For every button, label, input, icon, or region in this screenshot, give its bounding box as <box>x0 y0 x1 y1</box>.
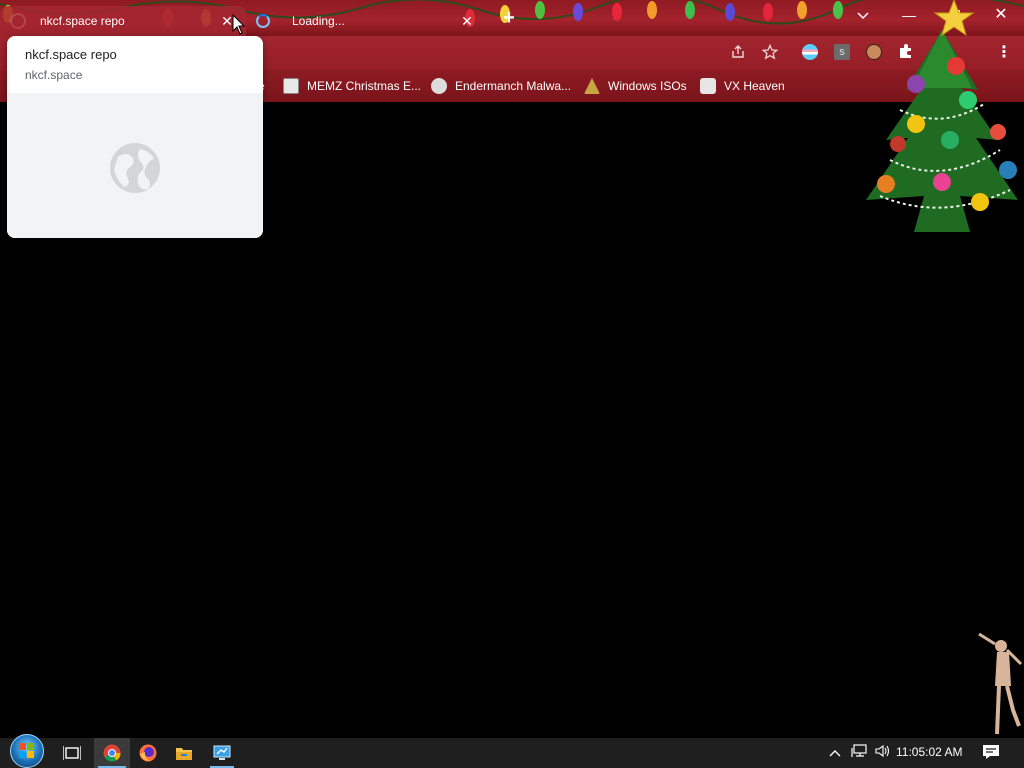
hover-card-title: nkcf.space repo <box>25 47 117 62</box>
bookmark-favicon-icon <box>584 78 600 94</box>
bookmark-label: Endermanch Malwa... <box>455 79 572 93</box>
bookmark-windows-isos[interactable]: Windows ISOs <box>584 76 687 96</box>
hover-card-domain: nkcf.space <box>25 68 83 82</box>
taskbar-remote-desktop[interactable] <box>204 738 240 768</box>
tab-favicon-icon <box>10 13 26 29</box>
globe-icon <box>110 143 160 193</box>
bookmark-label: VX Heaven <box>724 79 785 93</box>
tab-close-icon[interactable]: ✕ <box>458 13 476 30</box>
bookmark-label: MEMZ Christmas E... <box>307 79 422 93</box>
remote-desktop-icon <box>213 745 231 760</box>
extension-flag-icon[interactable] <box>802 44 818 60</box>
taskbar-firefox[interactable] <box>130 738 166 768</box>
dancing-figure-decoration <box>978 632 1023 735</box>
bookmark-favicon-icon <box>700 78 716 94</box>
network-button[interactable] <box>850 744 868 762</box>
extension-s-icon[interactable]: s <box>834 44 850 60</box>
windows-logo-icon <box>19 743 34 758</box>
bookmark-favicon-icon <box>283 78 299 94</box>
tab-title: Loading... <box>292 14 345 28</box>
task-view-icon <box>63 746 81 760</box>
christmas-tree-decoration <box>866 0 1018 232</box>
mouse-cursor-icon <box>232 14 246 35</box>
show-hidden-icons-button[interactable] <box>826 744 844 762</box>
bookmark-memz-christmas[interactable]: MEMZ Christmas E... <box>283 76 421 96</box>
share-icon[interactable] <box>729 44 747 62</box>
chevron-up-icon <box>829 750 841 757</box>
bookmark-vx-heaven[interactable]: VX Heaven <box>700 76 785 96</box>
bookmark-label: Windows ISOs <box>608 79 687 93</box>
file-explorer-icon <box>176 748 192 760</box>
firefox-icon <box>139 744 157 762</box>
taskbar-chrome[interactable] <box>94 738 130 768</box>
action-center-icon <box>983 745 999 759</box>
taskbar-file-explorer[interactable] <box>166 738 202 768</box>
tab-nkcf-repo[interactable]: nkcf.space repo ✕ <box>0 6 246 36</box>
loading-spinner-icon <box>256 14 270 28</box>
bookmark-favicon-icon <box>431 78 447 94</box>
chrome-icon <box>103 744 121 762</box>
bookmark-star-icon[interactable] <box>761 43 779 62</box>
taskbar-clock[interactable]: 11:05:02 AM <box>896 745 963 759</box>
new-tab-button[interactable]: + <box>498 7 520 29</box>
bookmark-endermanch-malware[interactable]: Endermanch Malwa... <box>431 76 571 96</box>
volume-icon <box>875 744 890 758</box>
tab-hover-card: nkcf.space repo nkcf.space <box>7 36 263 238</box>
network-icon <box>851 744 867 757</box>
volume-button[interactable] <box>874 744 892 762</box>
tab-loading[interactable]: Loading... ✕ <box>246 6 486 36</box>
task-view-button[interactable] <box>54 738 90 768</box>
tab-title: nkcf.space repo <box>40 14 125 28</box>
action-center-button[interactable] <box>982 744 1000 760</box>
